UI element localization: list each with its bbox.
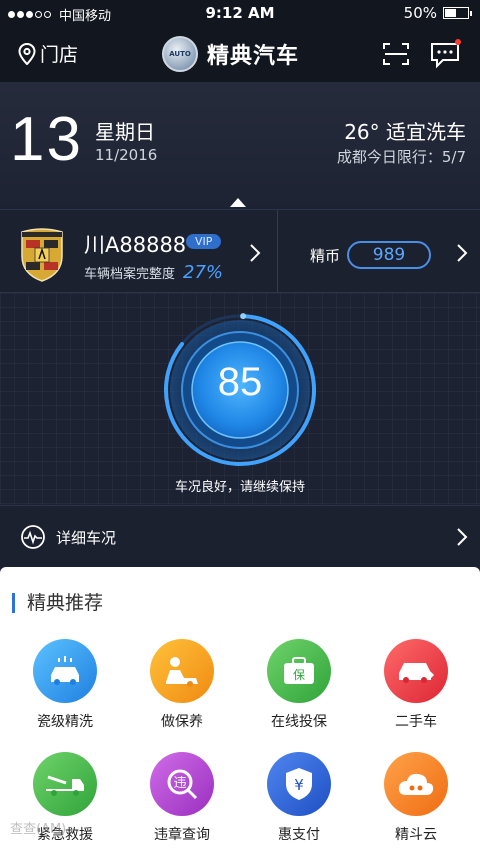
diagnostics-icon — [21, 525, 45, 549]
coin-label: 精币 — [310, 247, 341, 265]
month-year: 11/2016 — [95, 146, 158, 164]
vip-badge: VIP — [186, 234, 222, 249]
tile-label: 做保养 — [161, 714, 203, 730]
date-weather-card: 13 星期日 11/2016 26° 适宜洗车 成都今日限行：5/7 — [0, 82, 480, 207]
section-title: 精典推荐 — [12, 593, 103, 613]
coin-balance[interactable]: 989 — [347, 241, 431, 269]
status-bar: 中国移动 9:12 AM 50% — [0, 0, 480, 28]
brand-name: 精典汽车 — [207, 44, 300, 69]
porsche-logo — [21, 228, 63, 282]
svg-text:¥: ¥ — [294, 776, 304, 794]
day-number: 13 — [10, 105, 83, 174]
service-tile-insurance[interactable]: 保 在线投保 — [239, 639, 359, 731]
tow-truck-icon — [33, 752, 97, 816]
service-tile-maintenance[interactable]: 做保养 — [122, 639, 242, 731]
payment-icon: ¥ — [267, 752, 331, 816]
maintenance-icon — [150, 639, 214, 703]
top-nav: 门店 AUTO 精典汽车 — [0, 28, 480, 82]
tile-label: 瓷级精洗 — [37, 714, 93, 730]
recommendations-section: 精典推荐 瓷级精洗 做保养 保 在线投保 二手车 紧急救援 违 违章查询 ¥ 惠… — [0, 567, 480, 853]
weather: 26° 适宜洗车 — [344, 120, 466, 144]
svg-text:违: 违 — [173, 776, 186, 791]
detailed-condition-row[interactable]: 详细车况 — [0, 505, 480, 567]
tile-label: 违章查询 — [154, 827, 210, 843]
coins-chevron-icon[interactable] — [455, 243, 469, 263]
battery-indicator: 50% — [404, 4, 472, 22]
completion-label: 车辆档案完整度 — [84, 267, 176, 282]
cloud-icon — [384, 752, 448, 816]
unread-dot — [455, 39, 461, 45]
tile-label: 精斗云 — [395, 827, 437, 843]
divider — [277, 210, 278, 294]
license-plate: 川A88888 — [84, 233, 187, 257]
service-tile-car-wash[interactable]: 瓷级精洗 — [5, 639, 125, 731]
tile-label: 二手车 — [395, 714, 437, 730]
collapse-caret-icon[interactable] — [230, 198, 246, 207]
weekday: 星期日 — [95, 120, 155, 144]
car-details-chevron-icon[interactable] — [248, 243, 262, 263]
store-button[interactable]: 门店 — [18, 40, 78, 67]
brand-logo: AUTO — [162, 36, 198, 72]
profile-completion[interactable]: 车辆档案完整度 27% — [84, 262, 223, 283]
car-wash-icon — [33, 639, 97, 703]
traffic-restriction: 成都今日限行：5/7 — [336, 148, 466, 166]
service-tile-used-car[interactable]: 二手车 — [356, 639, 476, 731]
svg-text:保: 保 — [293, 668, 305, 682]
watermark: 查查(AM) — [10, 822, 67, 837]
scan-icon[interactable] — [382, 41, 410, 67]
health-message: 车况良好，请继续保持 — [174, 480, 305, 495]
used-car-icon — [384, 639, 448, 703]
tile-label: 惠支付 — [278, 827, 320, 843]
location-pin-icon — [18, 42, 36, 65]
brand: AUTO 精典汽车 — [162, 36, 299, 72]
store-label: 门店 — [40, 44, 79, 66]
service-tile-payment[interactable]: ¥ 惠支付 — [239, 752, 359, 844]
detail-chevron-icon[interactable] — [455, 527, 469, 547]
insurance-icon: 保 — [267, 639, 331, 703]
battery-icon — [443, 7, 469, 19]
completion-value: 27% — [183, 262, 224, 283]
car-health-panel: 85 车况良好，请继续保持 — [0, 293, 480, 505]
battery-percent: 50% — [403, 4, 437, 22]
violation-search-icon: 违 — [150, 752, 214, 816]
message-icon[interactable] — [430, 38, 462, 70]
service-tile-cloud[interactable]: 精斗云 — [356, 752, 476, 844]
detailed-condition-label: 详细车况 — [56, 529, 117, 547]
car-info-row: 川A88888 VIP 车辆档案完整度 27% 精币 989 — [0, 209, 480, 294]
service-tile-violations[interactable]: 违 违章查询 — [122, 752, 242, 844]
tile-label: 在线投保 — [271, 714, 327, 730]
health-score: 85 — [217, 360, 263, 404]
